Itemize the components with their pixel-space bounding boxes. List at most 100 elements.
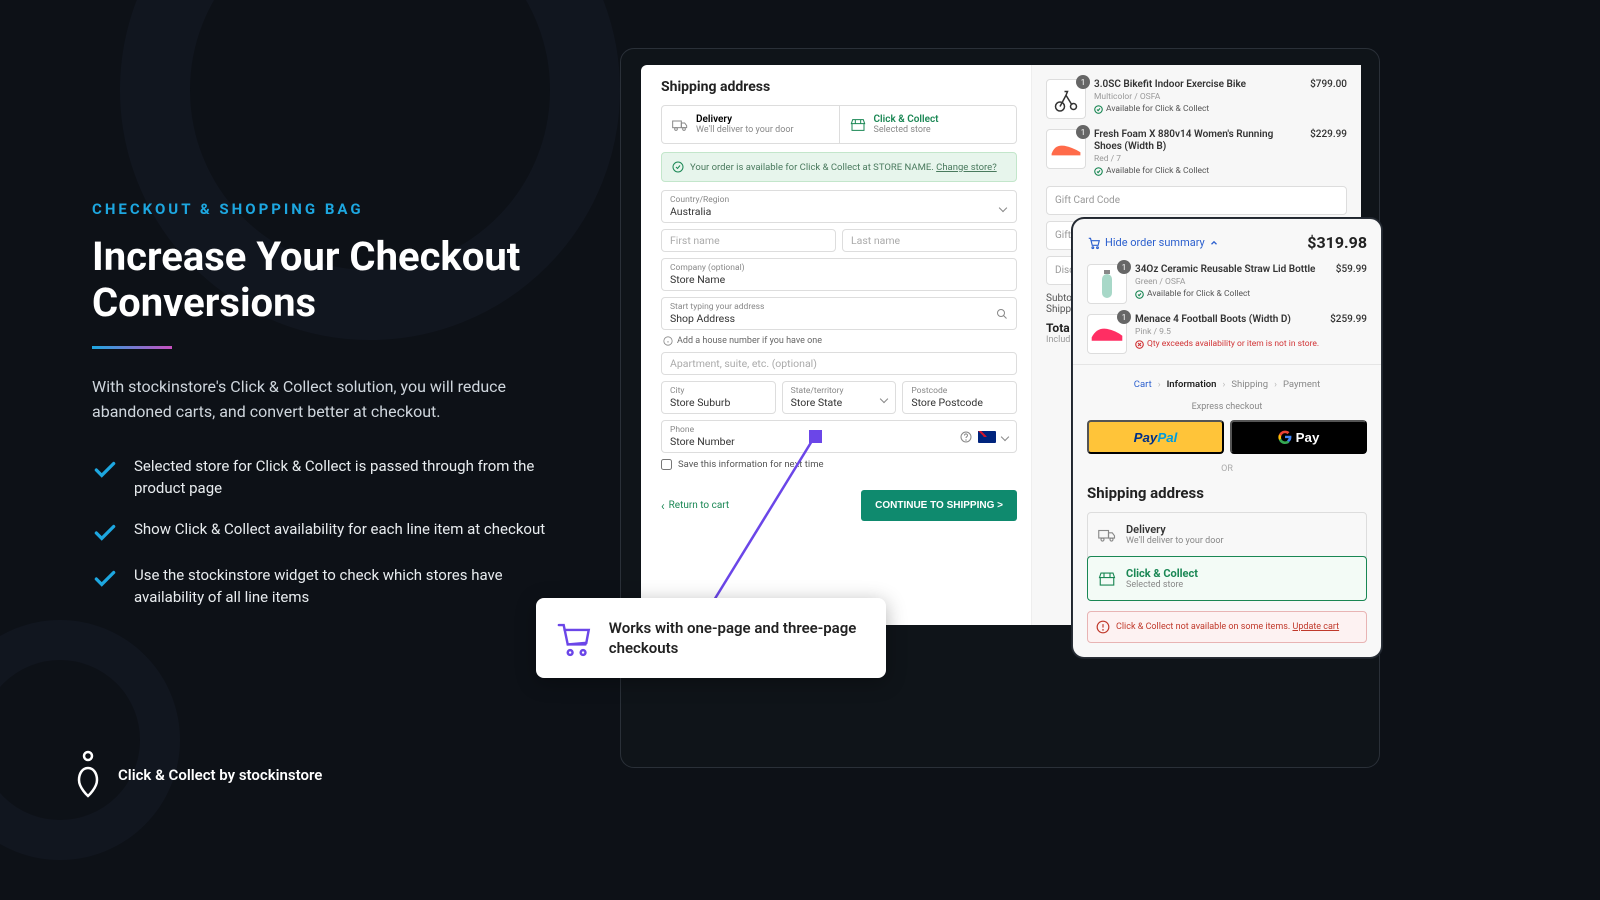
qty-badge: 1 bbox=[1117, 260, 1131, 274]
company-field[interactable]: Company (optional) Store Name bbox=[661, 258, 1017, 291]
qty-badge: 1 bbox=[1076, 125, 1090, 139]
bike-icon bbox=[1051, 84, 1081, 114]
section-title: Shipping address bbox=[661, 79, 1017, 95]
alert-circle-icon bbox=[1096, 620, 1110, 634]
gpay-button[interactable]: Pay bbox=[1230, 420, 1367, 454]
feature-item: Use the stockinstore widget to check whi… bbox=[92, 564, 572, 609]
avail-status: Available for Click & Collect bbox=[1094, 166, 1302, 176]
crumb-shipping: Shipping bbox=[1231, 379, 1268, 390]
cart-icon bbox=[554, 614, 593, 662]
boot-icon bbox=[1090, 323, 1124, 345]
google-icon bbox=[1278, 430, 1292, 444]
avail-status: Available for Click & Collect bbox=[1094, 104, 1302, 114]
check-circle-icon bbox=[672, 161, 684, 173]
phone-field[interactable]: Phone Store Number bbox=[661, 420, 1017, 453]
address-hint: Add a house number if you have one bbox=[663, 336, 1017, 346]
state-select[interactable]: State/territory Store State bbox=[782, 381, 897, 414]
underline-accent bbox=[92, 346, 172, 349]
crumb-payment: Payment bbox=[1283, 379, 1320, 390]
gift-card-field[interactable]: Gift Card Code bbox=[1046, 186, 1347, 215]
address-field[interactable]: Start typing your address Shop Address bbox=[661, 297, 1017, 330]
error-status: Qty exceeds availability or item is not … bbox=[1135, 339, 1322, 349]
flag-au-icon[interactable] bbox=[978, 431, 996, 443]
chevron-up-icon bbox=[1209, 238, 1219, 248]
check-icon bbox=[92, 566, 118, 592]
country-select[interactable]: Country/Region Australia bbox=[661, 190, 1017, 223]
check-circle-icon bbox=[1135, 290, 1144, 299]
return-to-cart-link[interactable]: ‹ Return to cart bbox=[661, 499, 729, 513]
line-item: 1 3.0SC Bikefit Indoor Exercise Bike Mul… bbox=[1046, 79, 1347, 119]
info-icon bbox=[663, 336, 673, 346]
line-item: 1 Fresh Foam X 880v14 Women's Running Sh… bbox=[1046, 129, 1347, 176]
check-icon bbox=[92, 520, 118, 546]
warning-banner: Click & Collect not available on some it… bbox=[1087, 611, 1367, 643]
method-label: Delivery bbox=[696, 114, 794, 125]
store-icon bbox=[1098, 571, 1116, 587]
callout-note: Works with one-page and three-page check… bbox=[536, 598, 886, 678]
method-sub: Selected store bbox=[874, 125, 939, 135]
bottle-icon bbox=[1099, 268, 1115, 300]
checkbox[interactable] bbox=[661, 459, 672, 470]
first-name-field[interactable]: First name bbox=[661, 229, 836, 252]
product-thumb: 1 bbox=[1046, 129, 1086, 169]
brand-text: Click & Collect by stockinstore bbox=[118, 766, 322, 784]
continue-shipping-button[interactable]: CONTINUE TO SHIPPING > bbox=[861, 490, 1017, 521]
change-store-link[interactable]: Change store? bbox=[936, 162, 997, 173]
line-item: 1 34Oz Ceramic Reusable Straw Lid Bottle… bbox=[1087, 264, 1367, 304]
line-item: 1 Menace 4 Football Boots (Width D) Pink… bbox=[1087, 314, 1367, 354]
check-circle-icon bbox=[1094, 105, 1103, 114]
method-delivery[interactable]: Delivery We'll deliver to your door bbox=[662, 106, 840, 143]
x-circle-icon bbox=[1135, 340, 1144, 349]
crumb-cart[interactable]: Cart bbox=[1134, 379, 1152, 390]
shipping-method-selector[interactable]: Delivery We'll deliver to your door Clic… bbox=[661, 105, 1017, 144]
apartment-field[interactable]: Apartment, suite, etc. (optional) bbox=[661, 352, 1017, 375]
chevron-down-icon bbox=[1001, 432, 1009, 440]
feature-text: Show Click & Collect availability for ea… bbox=[134, 518, 545, 541]
last-name-field[interactable]: Last name bbox=[842, 229, 1017, 252]
or-divider: OR bbox=[1087, 464, 1367, 474]
truck-icon bbox=[672, 119, 688, 131]
product-thumb: 1 bbox=[1087, 264, 1127, 304]
order-total: $319.98 bbox=[1307, 233, 1367, 252]
save-info-checkbox[interactable]: Save this information for next time bbox=[661, 459, 1017, 470]
method-click-collect[interactable]: Click & Collect Selected store bbox=[840, 106, 1017, 143]
section-title: Shipping address bbox=[1087, 484, 1367, 502]
crumb-information: Information bbox=[1167, 379, 1217, 390]
paypal-button[interactable]: PayPal bbox=[1087, 420, 1224, 454]
method-sub: We'll deliver to your door bbox=[696, 125, 794, 135]
store-icon bbox=[850, 118, 866, 132]
subtext: With stockinstore's Click & Collect solu… bbox=[92, 375, 572, 425]
mobile-checkout-panel: Hide order summary $319.98 1 34Oz Cerami… bbox=[1072, 218, 1382, 658]
search-icon bbox=[996, 308, 1008, 320]
truck-icon bbox=[1098, 528, 1116, 542]
check-icon bbox=[92, 457, 118, 483]
marketing-left-panel: CHECKOUT & SHOPPING BAG Increase Your Ch… bbox=[92, 200, 572, 627]
update-cart-link[interactable]: Update cart bbox=[1292, 622, 1339, 632]
feature-item: Show Click & Collect availability for ea… bbox=[92, 518, 572, 546]
qty-badge: 1 bbox=[1076, 75, 1090, 89]
help-icon[interactable] bbox=[960, 431, 972, 443]
callout-text: Works with one-page and three-page check… bbox=[609, 618, 868, 659]
product-thumb: 1 bbox=[1046, 79, 1086, 119]
cart-icon bbox=[1087, 236, 1101, 250]
avail-status: Available for Click & Collect bbox=[1135, 289, 1328, 299]
postcode-field[interactable]: Postcode Store Postcode bbox=[902, 381, 1017, 414]
checkout-form: Shipping address Delivery We'll deliver … bbox=[641, 65, 1031, 625]
eyebrow: CHECKOUT & SHOPPING BAG bbox=[92, 200, 572, 218]
availability-banner: Your order is available for Click & Coll… bbox=[661, 152, 1017, 182]
feature-text: Use the stockinstore widget to check whi… bbox=[134, 564, 572, 609]
banner-text: Your order is available for Click & Coll… bbox=[690, 162, 934, 173]
method-label: Click & Collect bbox=[874, 114, 939, 125]
method-click-collect[interactable]: Click & Collect Selected store bbox=[1087, 556, 1367, 601]
feature-item: Selected store for Click & Collect is pa… bbox=[92, 455, 572, 500]
qty-badge: 1 bbox=[1117, 310, 1131, 324]
footer-brand: Click & Collect by stockinstore bbox=[76, 750, 322, 800]
feature-text: Selected store for Click & Collect is pa… bbox=[134, 455, 572, 500]
city-field[interactable]: City Store Suburb bbox=[661, 381, 776, 414]
pin-icon bbox=[76, 750, 100, 800]
headline: Increase Your Checkout Conversions bbox=[92, 234, 572, 326]
shipping-method-selector: Delivery We'll deliver to your door Clic… bbox=[1087, 512, 1367, 601]
method-delivery[interactable]: Delivery We'll deliver to your door bbox=[1088, 513, 1366, 557]
check-circle-icon bbox=[1094, 167, 1103, 176]
hide-summary-toggle[interactable]: Hide order summary bbox=[1087, 236, 1219, 250]
